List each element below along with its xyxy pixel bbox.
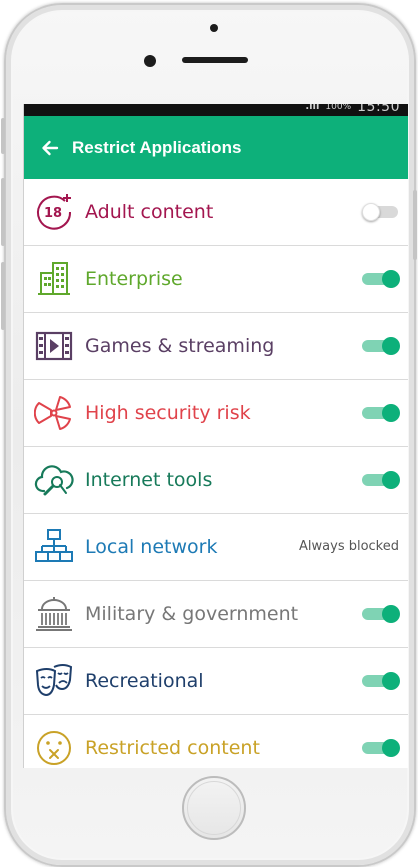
adult-content-toggle[interactable]	[362, 203, 400, 221]
item-label: Internet tools	[85, 469, 213, 491]
power-button	[413, 190, 417, 260]
restricted-face-icon	[37, 731, 71, 765]
theater-masks-icon	[35, 664, 73, 697]
mute-switch	[1, 118, 5, 154]
arrow-left-icon	[42, 140, 59, 155]
list-item-games-streaming[interactable]: Games & streaming	[24, 313, 408, 380]
enterprise-toggle[interactable]	[362, 270, 400, 288]
network-icon	[35, 529, 73, 562]
item-label: High security risk	[85, 402, 251, 424]
recreational-toggle[interactable]	[362, 672, 400, 690]
cloud-tools-icon	[34, 465, 74, 496]
adult-18-icon: 18	[37, 194, 72, 230]
svg-text:18: 18	[44, 206, 62, 221]
government-building-icon	[36, 597, 72, 631]
volume-down-button	[1, 262, 5, 330]
internet-tools-toggle[interactable]	[362, 471, 400, 489]
enterprise-building-icon	[38, 262, 70, 295]
list-item-high-security-risk[interactable]: High security risk	[24, 380, 408, 447]
item-label: Military & government	[85, 603, 299, 625]
list-item-enterprise[interactable]: Enterprise	[24, 246, 408, 313]
earpiece-speaker	[182, 57, 248, 63]
military-government-toggle[interactable]	[362, 605, 400, 623]
battery-level: 100%	[325, 104, 352, 112]
back-button[interactable]	[30, 128, 70, 168]
radiation-icon	[34, 396, 71, 430]
item-label: Restricted content	[85, 737, 260, 759]
always-blocked-status: Always blocked	[299, 539, 399, 554]
restricted-content-toggle[interactable]	[362, 739, 400, 757]
games-streaming-icon	[35, 331, 73, 361]
status-bar: .ıll 100% 15:50	[24, 104, 408, 116]
list-item-local-network[interactable]: Local network Always blocked	[24, 514, 408, 581]
item-label: Enterprise	[85, 268, 183, 290]
high-security-risk-toggle[interactable]	[362, 404, 400, 422]
item-label: Local network	[85, 536, 218, 558]
item-label: Adult content	[85, 201, 214, 223]
home-button[interactable]	[182, 776, 246, 840]
volume-up-button	[1, 178, 5, 246]
category-list: 18 Adult content Enterprise Games & stre…	[24, 179, 408, 768]
games-streaming-toggle[interactable]	[362, 337, 400, 355]
list-item-adult-content[interactable]: 18 Adult content	[24, 179, 408, 246]
item-label: Games & streaming	[85, 335, 275, 357]
sensor-dot	[210, 24, 218, 32]
list-item-military-government[interactable]: Military & government	[24, 581, 408, 648]
phone-screen: .ıll 100% 15:50 Restrict Applications 18…	[23, 104, 408, 768]
front-camera	[144, 55, 156, 67]
list-item-internet-tools[interactable]: Internet tools	[24, 447, 408, 514]
status-time: 15:50	[357, 104, 400, 115]
app-bar: Restrict Applications	[24, 116, 408, 179]
list-item-recreational[interactable]: Recreational	[24, 648, 408, 715]
item-label: Recreational	[85, 670, 204, 692]
page-title: Restrict Applications	[72, 137, 242, 157]
list-item-restricted-content[interactable]: Restricted content	[24, 715, 408, 768]
signal-indicator: .ıll	[305, 104, 320, 112]
